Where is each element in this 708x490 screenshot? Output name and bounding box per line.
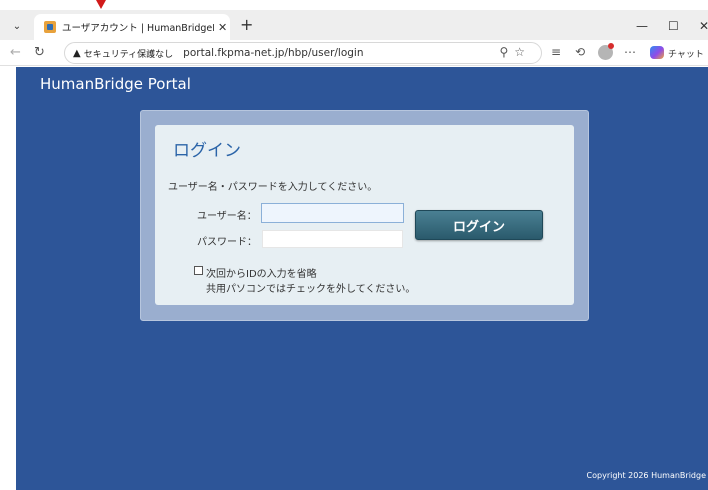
security-status[interactable]: セキュリティ保護なし [84, 47, 173, 60]
url-text[interactable]: portal.fkpma-net.jp/hbp/user/login [183, 47, 363, 59]
login-heading: ログイン [173, 141, 241, 161]
browser-address-bar: ← ↻ ▲ セキュリティ保護なし portal.fkpma-net.jp/hbp… [0, 40, 708, 66]
back-icon[interactable]: ← [10, 45, 21, 60]
notification-dot [608, 43, 614, 49]
refresh-icon[interactable]: ↻ [34, 45, 45, 60]
password-input[interactable] [262, 230, 403, 248]
tab-title: ユーザアカウント | HumanBridgePorta [62, 23, 214, 34]
portal-title: HumanBridge Portal [40, 75, 191, 93]
more-options-icon[interactable]: ⋯ [624, 45, 636, 59]
new-tab-icon[interactable]: + [240, 17, 253, 33]
history-icon[interactable]: ⟲ [575, 45, 585, 59]
warning-icon: ▲ [73, 47, 81, 59]
copilot-icon[interactable] [650, 46, 664, 59]
tab-actions-menu-icon[interactable]: ⌄ [6, 16, 28, 36]
top-strip [0, 0, 708, 10]
remember-id-checkbox[interactable] [194, 266, 203, 275]
favorites-list-icon[interactable]: ≡ [551, 45, 561, 59]
browser-tab-bar: ⌄ ユーザアカウント | HumanBridgePorta ✕ + — ☐ ✕ [0, 10, 708, 40]
username-input[interactable] [261, 203, 404, 223]
remember-id-label[interactable]: 次回からIDの入力を省略 [206, 265, 317, 280]
favorite-star-icon[interactable]: ☆ [514, 45, 531, 59]
url-field[interactable]: ▲ セキュリティ保護なし portal.fkpma-net.jp/hbp/use… [64, 42, 542, 64]
browser-tab-active[interactable]: ユーザアカウント | HumanBridgePorta ✕ [34, 14, 230, 40]
chat-button[interactable]: チャット [668, 47, 704, 60]
password-label: パスワード： [197, 237, 257, 248]
site-favicon-icon [44, 21, 56, 33]
username-label: ユーザー名： [197, 211, 257, 222]
login-button[interactable]: ログイン [415, 210, 543, 240]
login-card: ログイン ユーザー名・パスワードを入力してください。 ユーザー名： パスワード：… [155, 125, 574, 305]
maximize-icon[interactable]: ☐ [668, 19, 679, 33]
login-instruction: ユーザー名・パスワードを入力してください。 [168, 182, 378, 193]
portal-page: HumanBridge Portal ログイン ユーザー名・パスワードを入力して… [16, 67, 708, 490]
minimize-icon[interactable]: — [636, 19, 648, 33]
tab-close-icon[interactable]: ✕ [218, 21, 227, 34]
copyright-text: Copyright 2026 HumanBridge [586, 471, 706, 480]
login-card-frame: ログイン ユーザー名・パスワードを入力してください。 ユーザー名： パスワード：… [140, 110, 589, 321]
read-aloud-icon[interactable]: ⚲ [499, 45, 514, 59]
url-actions: ⚲☆ [499, 45, 531, 59]
mouse-cursor-marker [96, 0, 106, 9]
remember-id-note: 共用パソコンではチェックを外してください。 [206, 284, 416, 295]
window-close-icon[interactable]: ✕ [699, 19, 708, 33]
